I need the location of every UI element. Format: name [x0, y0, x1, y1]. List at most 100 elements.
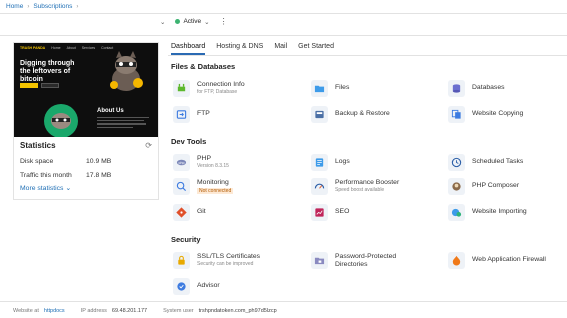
breadcrumb-subscriptions[interactable]: Subscriptions: [33, 3, 72, 10]
status-label: Active: [183, 18, 202, 25]
plug-icon: [173, 80, 190, 97]
more-statistics-link[interactable]: More statistics ⌄: [20, 184, 152, 192]
website-root-link[interactable]: httpdocs: [44, 308, 65, 314]
item-label: Monitoring: [197, 179, 229, 186]
connection-info-item[interactable]: Connection Info for FTP, Database: [173, 80, 245, 97]
tab-dashboard[interactable]: Dashboard: [171, 43, 206, 55]
logs-item[interactable]: Logs: [311, 154, 350, 171]
site-preview[interactable]: TRASH PANDA Home About Services Contact …: [14, 43, 158, 137]
preview-headline: Digging through the leftovers of bitcoin: [20, 60, 75, 83]
item-label: Website Copying: [472, 110, 524, 117]
composer-icon: [448, 178, 465, 195]
ssl-certificates-item[interactable]: SSL/TLS Certificates Security can be impr…: [173, 252, 260, 269]
statistics-title: Statistics: [20, 141, 56, 150]
item-label: Web Application Firewall: [472, 256, 546, 263]
databases-item[interactable]: Databases: [448, 80, 505, 97]
preview-logo: TRASH PANDA: [20, 46, 46, 50]
status-dot-icon: [175, 19, 181, 24]
item-label: Scheduled Tasks: [472, 158, 524, 165]
folder-icon: [311, 80, 328, 97]
stat-value: 10.9 MB: [86, 157, 112, 165]
website-copying-item[interactable]: Website Copying: [448, 106, 523, 123]
php-composer-item[interactable]: PHP Composer: [448, 178, 519, 195]
footer-label: IP address: [80, 308, 107, 314]
footer: Website at httpdocs IP address 69.48.201…: [13, 308, 277, 314]
ftp-item[interactable]: FTP: [173, 106, 210, 123]
item-label: SSL/TLS Certificates: [197, 253, 261, 260]
seo-item[interactable]: SEO: [311, 204, 349, 221]
section-title-files: Files & Databases: [171, 62, 236, 71]
performance-booster-item[interactable]: Performance Booster Speed boost available: [311, 178, 399, 195]
lock-icon: [173, 252, 190, 269]
footer-label: System user: [163, 308, 194, 314]
preview-nav-item: About: [66, 46, 76, 50]
tab-hosting-dns[interactable]: Hosting & DNS: [216, 43, 263, 55]
ip-address-value: 69.48.201.177: [111, 308, 148, 314]
section-title-dev-tools: Dev Tools: [171, 137, 207, 146]
item-label: Files: [335, 84, 350, 91]
item-label: Databases: [472, 84, 505, 91]
item-label: Password-Protected Directories: [335, 253, 397, 268]
logs-icon: [311, 154, 328, 171]
stat-disk: Disk space 10.9 MB: [20, 154, 152, 168]
stat-traffic: Traffic this month 17.8 MB: [20, 168, 152, 182]
tab-mail[interactable]: Mail: [274, 43, 287, 55]
breadcrumb-home[interactable]: Home: [6, 3, 23, 10]
refresh-icon[interactable]: ⟳: [145, 141, 152, 150]
divider: [168, 55, 567, 56]
php-item[interactable]: php PHP Version 8.3.15: [173, 154, 229, 171]
tab-get-started[interactable]: Get Started: [298, 43, 334, 55]
stat-value: 17.8 MB: [86, 171, 112, 179]
item-label: Performance Booster: [335, 179, 400, 186]
import-icon: [448, 204, 465, 221]
preview-nav-item: Home: [51, 46, 61, 50]
speedometer-icon: [311, 178, 328, 195]
item-label: FTP: [197, 110, 210, 117]
stat-label: Disk space: [20, 157, 54, 165]
preview-buttons: [20, 83, 59, 88]
protected-folder-icon: [311, 252, 328, 269]
item-label: Connection Info: [197, 81, 245, 88]
preview-about-title: About Us: [97, 108, 124, 114]
warning-badge: Not connected: [197, 188, 234, 194]
item-label: Backup & Restore: [335, 110, 390, 117]
section-title-security: Security: [171, 235, 201, 244]
preview-nav-item: Services: [81, 46, 96, 50]
chevron-down-icon[interactable]: ⌄: [160, 18, 165, 26]
statistics-panel: Statistics ⟳ Disk space 10.9 MB Traffic …: [14, 137, 158, 196]
statistics-header: Statistics ⟳: [20, 141, 152, 150]
files-item[interactable]: Files: [311, 80, 349, 97]
divider: [0, 35, 567, 36]
web-application-firewall-item[interactable]: Web Application Firewall: [448, 252, 546, 269]
database-icon: [448, 80, 465, 97]
advisor-item[interactable]: Advisor: [173, 278, 220, 295]
raccoon-illustration: [44, 104, 78, 137]
system-user-value: trshpndatoken.com_ph97d5lzcp: [198, 308, 277, 314]
scheduled-tasks-item[interactable]: Scheduled Tasks: [448, 154, 523, 171]
preview-text-lines: [97, 117, 149, 130]
chevron-down-icon: ⌄: [65, 185, 72, 192]
domain-bar: ⌄ Active ⌄ ⋮: [160, 17, 228, 26]
svg-text:php: php: [178, 161, 184, 165]
backup-icon: [311, 106, 328, 123]
divider: [0, 301, 567, 302]
password-protected-directories-item[interactable]: Password-Protected Directories: [311, 252, 411, 269]
chevron-right-icon: ›: [76, 3, 79, 10]
item-label: PHP Composer: [472, 182, 520, 189]
backup-restore-item[interactable]: Backup & Restore: [311, 106, 390, 123]
monitoring-item[interactable]: Monitoring Not connected: [173, 178, 234, 195]
status-badge: Active ⌄: [175, 18, 210, 26]
item-label: Website Importing: [472, 208, 527, 215]
website-importing-item[interactable]: Website Importing: [448, 204, 527, 221]
item-label: Git: [197, 208, 206, 215]
seo-icon: [311, 204, 328, 221]
chevron-down-icon[interactable]: ⌄: [204, 18, 209, 26]
breadcrumb: Home › Subscriptions ›: [0, 0, 567, 13]
firewall-icon: [448, 252, 465, 269]
more-options-icon[interactable]: ⋮: [220, 17, 228, 26]
git-item[interactable]: Git: [173, 204, 206, 221]
item-sublabel: Security can be improved: [197, 261, 254, 267]
git-icon: [173, 204, 190, 221]
item-label: PHP: [197, 155, 211, 162]
item-label: Advisor: [197, 282, 220, 289]
